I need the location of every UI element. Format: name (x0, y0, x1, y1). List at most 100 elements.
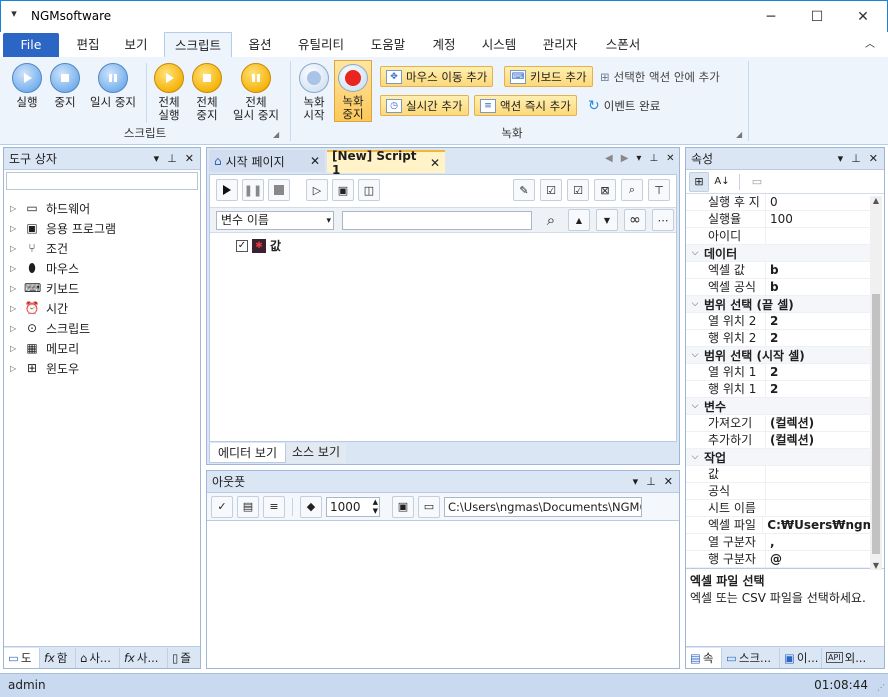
tab-external[interactable]: API 외... (822, 648, 882, 668)
record-stop-button[interactable]: 녹화 중지 (334, 60, 372, 122)
tab-favorites[interactable]: ▯ 즐 (168, 648, 200, 668)
tab-script-explorer[interactable]: ▭ 스크... (722, 647, 780, 668)
collapse-icon[interactable]: ⌵ (686, 248, 704, 258)
add-keyboard-button[interactable]: ⌨ 키보드 추가 (504, 66, 593, 87)
arrow-down-icon[interactable]: ▼ (596, 209, 618, 231)
property-row[interactable]: 엑셀 공식 b (686, 279, 870, 296)
run-script-icon[interactable] (216, 179, 238, 201)
dropdown-icon[interactable]: ▾ (838, 152, 844, 165)
event-complete-button[interactable]: ↻ 이벤트 완료 (588, 95, 660, 116)
menu-edit[interactable]: 편집 (66, 32, 110, 58)
add-realtime-button[interactable]: ◷ 실시간 추가 (380, 95, 469, 116)
property-pages-icon[interactable]: ▭ (747, 172, 767, 192)
file-settings-icon[interactable]: ▤ (237, 495, 259, 518)
collapse-icon[interactable]: ⌵ (686, 452, 704, 462)
check-icon[interactable]: ☑ (567, 179, 589, 201)
collapse-icon[interactable]: ⌵ (686, 350, 704, 360)
chevron-right-icon[interactable]: ▷ (10, 204, 18, 213)
property-row[interactable]: 아이디 (686, 228, 870, 245)
property-category[interactable]: ⌵ 범위 선택 (시작 셀) (686, 347, 870, 364)
property-row[interactable]: 가져오기 (컬렉션) (686, 415, 870, 432)
resize-grip-icon[interactable]: ⋰ (877, 683, 885, 692)
step-icon[interactable]: ▷ (306, 179, 328, 201)
property-category[interactable]: ⌵ 변수 (686, 398, 870, 415)
property-value[interactable]: 0 (766, 194, 778, 210)
minimize-button[interactable]: ─ (748, 1, 794, 32)
menu-options[interactable]: 옵션 (238, 32, 282, 58)
step-into-icon[interactable]: ▣ (332, 179, 354, 201)
toolbox-item[interactable]: ▷ ⑂ 조건 (10, 238, 200, 258)
dropdown-icon[interactable]: ▾ (154, 152, 160, 165)
property-value[interactable] (766, 228, 770, 244)
infinity-icon[interactable]: ∞ (624, 209, 646, 231)
pin-icon[interactable]: ⊥ (851, 152, 861, 165)
script-node[interactable]: ✓ ✱ 값 (236, 237, 281, 254)
toolbox-item[interactable]: ▷ ▭ 하드웨어 (10, 198, 200, 218)
tab-script-1[interactable]: [New] Script 1 ✕ (327, 149, 445, 177)
property-row[interactable]: 열 구분자, (686, 534, 870, 551)
tab-left-icon[interactable]: ◀ (605, 153, 613, 164)
menu-sponsor[interactable]: 스폰서 (598, 32, 648, 58)
arrow-up-icon[interactable]: ▲ (568, 209, 590, 231)
tab-properties[interactable]: ▤ 속 (686, 647, 722, 668)
add-mouse-move-button[interactable]: ✥ 마우스 이동 추가 (380, 66, 494, 87)
clean-icon[interactable]: ✓ (211, 495, 233, 518)
pin-icon[interactable]: ⊥ (646, 475, 656, 488)
property-value[interactable]: 100 (766, 211, 793, 227)
toolbox-item[interactable]: ▷ ⊞ 윈도우 (10, 358, 200, 378)
menu-utility[interactable]: 유틸리티 (290, 32, 352, 58)
output-path-field[interactable]: C:\Users\ngmas\Documents\NGM6\ (444, 496, 642, 517)
property-value[interactable]: b (766, 262, 779, 278)
variable-dropdown[interactable]: 변수 이름 ▾ (216, 211, 334, 230)
tab-close-icon[interactable]: ✕ (430, 156, 440, 170)
menu-admin[interactable]: 관리자 (534, 32, 586, 58)
property-row[interactable]: 행 구분자 @ (686, 551, 870, 568)
menu-system[interactable]: 시스템 (474, 32, 524, 58)
property-value[interactable]: @ (766, 551, 782, 567)
chevron-right-icon[interactable]: ▷ (10, 284, 18, 293)
stop-all-button[interactable]: 전체 중지 (188, 63, 226, 122)
stop-script-icon[interactable] (268, 179, 290, 201)
eraser-icon[interactable]: ◆ (300, 495, 322, 518)
chevron-right-icon[interactable]: ▷ (10, 304, 18, 313)
close-icon[interactable]: ✕ (869, 152, 878, 165)
tab-dictionary[interactable]: ⌂ 사... (76, 647, 120, 668)
property-value[interactable] (766, 500, 770, 516)
toolbox-item[interactable]: ▷ ⬮ 마우스 (10, 258, 200, 278)
tab-images[interactable]: ▣ 이... (780, 647, 822, 668)
node-checkbox[interactable]: ✓ (236, 239, 248, 252)
categorized-icon[interactable]: ⊞ (689, 171, 709, 192)
pause-button[interactable]: 일시 중지 (84, 63, 142, 109)
hierarchy-icon[interactable]: ⊤ (648, 179, 670, 201)
property-row[interactable]: 추가하기 (컬렉션) (686, 432, 870, 449)
pause-all-button[interactable]: 전체 일시 중지 (226, 63, 286, 122)
property-value[interactable]: b (766, 279, 779, 295)
script-group-launcher-icon[interactable]: ◢ (273, 130, 279, 139)
property-row[interactable]: 실행 후 지0 (686, 194, 870, 211)
pin-icon[interactable]: ⊥ (167, 152, 177, 165)
collapse-icon[interactable]: ⌵ (686, 401, 704, 411)
add-inside-selected-button[interactable]: ⊞ 선택한 액션 안에 추가 (600, 66, 720, 87)
run-button[interactable]: 실행 (8, 63, 46, 109)
edit-icon[interactable]: ✎ (513, 179, 535, 201)
property-row[interactable]: 실행율 100 (686, 211, 870, 228)
menu-file[interactable]: File (3, 33, 59, 57)
app-menu-icon[interactable]: ▾ (7, 7, 21, 21)
property-row[interactable]: 시트 이름 (686, 500, 870, 517)
toolbox-item[interactable]: ▷ ⌨ 키보드 (10, 278, 200, 298)
property-value[interactable]: 2 (766, 364, 778, 380)
property-scrollbar[interactable]: ▲ ▼ (870, 196, 882, 570)
ribbon-collapse-icon[interactable]: ︿ (860, 32, 880, 58)
chevron-right-icon[interactable]: ▷ (10, 344, 18, 353)
step-over-icon[interactable]: ◫ (358, 179, 380, 201)
tab-close-icon[interactable]: ✕ (310, 154, 320, 168)
tab-user-functions[interactable]: fx 사... (120, 647, 168, 668)
pause-script-icon[interactable]: ❚❚ (242, 179, 264, 201)
close-button[interactable]: ✕ (840, 1, 886, 32)
chevron-right-icon[interactable]: ▷ (10, 264, 18, 273)
property-value[interactable]: C:₩Users₩ngm (763, 517, 870, 533)
property-row[interactable]: 엑셀 파일 C:₩Users₩ngm (686, 517, 870, 534)
dropdown-icon[interactable]: ▾ (633, 475, 639, 488)
toolbox-search-input[interactable] (6, 172, 198, 190)
property-category[interactable]: ⌵ 범위 선택 (끝 셀) (686, 296, 870, 313)
